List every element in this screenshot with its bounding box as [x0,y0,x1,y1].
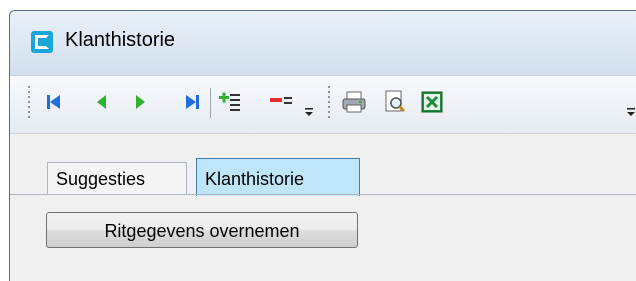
tab-klanthistorie[interactable]: Klanthistorie [196,158,360,196]
toolbar [10,76,636,134]
app-window: Klanthistorie Suggesties Klanthistorie R… [9,10,636,281]
tab-divider [10,194,636,195]
app-logo-icon [31,31,53,53]
print-preview-button[interactable] [381,88,409,116]
print-button[interactable] [340,88,368,116]
toolbar-grip[interactable] [28,86,30,118]
title-bar: Klanthistorie [10,11,636,76]
next-record-icon [136,95,145,109]
delete-record-button[interactable] [268,88,296,116]
toolbar-grip[interactable] [328,86,330,118]
excel-export-icon [421,91,443,113]
next-record-button[interactable] [126,88,154,116]
copy-ride-data-button[interactable]: Ritgegevens overnemen [46,212,358,248]
add-record-icon [219,92,240,111]
tab-content-panel: Ritgegevens overnemen [10,196,636,281]
window-title: Klanthistorie [65,29,176,51]
excel-export-button[interactable] [418,88,446,116]
toolbar-overflow-icon[interactable] [626,106,636,118]
last-record-icon [186,95,199,109]
add-record-button[interactable] [216,88,244,116]
toolbar-overflow-icon[interactable] [304,106,314,118]
last-record-button[interactable] [178,88,206,116]
tab-suggesties[interactable]: Suggesties [47,162,187,194]
first-record-button[interactable] [40,88,68,116]
print-icon [342,91,366,113]
previous-record-button[interactable] [88,88,116,116]
delete-record-icon [270,97,292,104]
first-record-icon [47,95,60,109]
print-preview-icon [385,90,406,113]
toolbar-separator [210,88,211,118]
previous-record-icon [97,95,106,109]
